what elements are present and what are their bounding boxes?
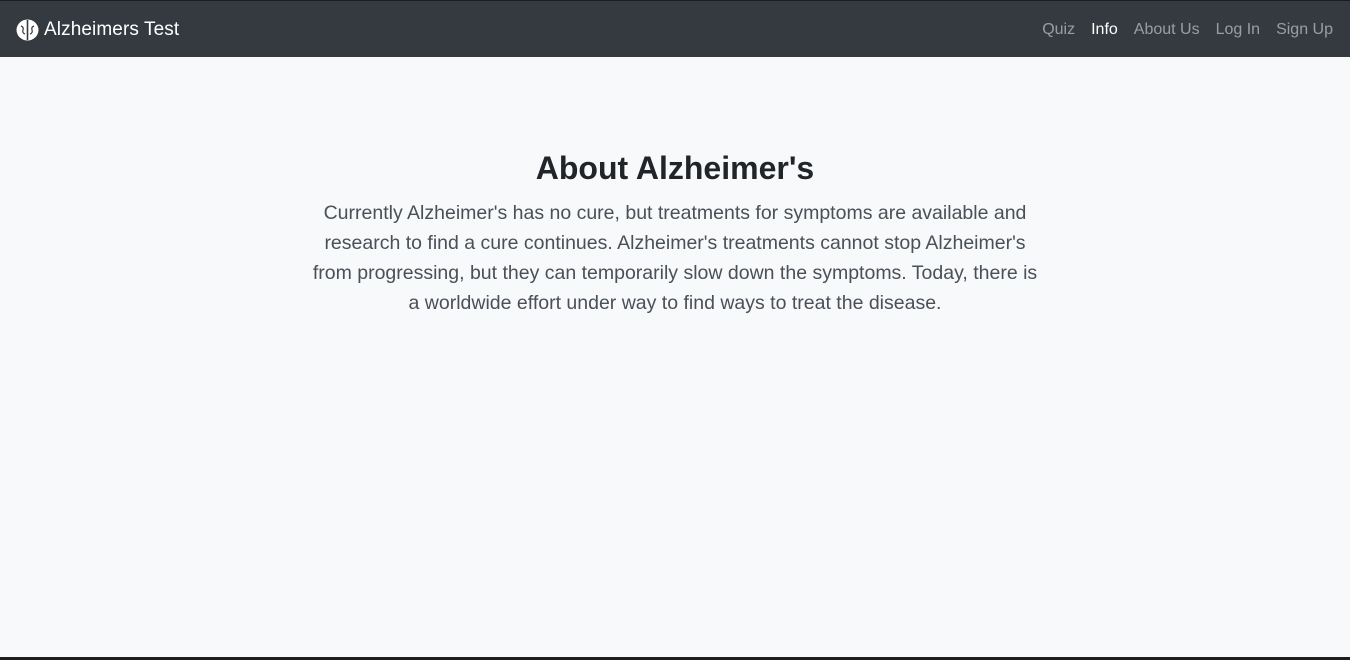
info-paragraph: Currently Alzheimer's has no cure, but t… <box>312 202 1038 314</box>
main-content: About Alzheimer's Currently Alzheimer's … <box>0 57 1350 658</box>
nav-log-in[interactable]: Log In <box>1216 21 1260 39</box>
brand-title: Alzheimers Test <box>44 18 180 40</box>
nav-quiz[interactable]: Quiz <box>1042 21 1075 39</box>
top-navbar: Alzheimers Test Quiz Info About Us Log I… <box>0 0 1350 57</box>
nav-links: Quiz Info About Us Log In Sign Up <box>1026 1 1333 58</box>
page-title: About Alzheimer's <box>535 150 815 186</box>
nav-sign-up[interactable]: Sign Up <box>1276 21 1333 39</box>
brand-link[interactable]: Alzheimers Test <box>16 1 179 58</box>
brain-icon <box>16 19 39 41</box>
nav-info[interactable]: Info <box>1091 21 1118 39</box>
nav-about-us[interactable]: About Us <box>1134 21 1200 39</box>
